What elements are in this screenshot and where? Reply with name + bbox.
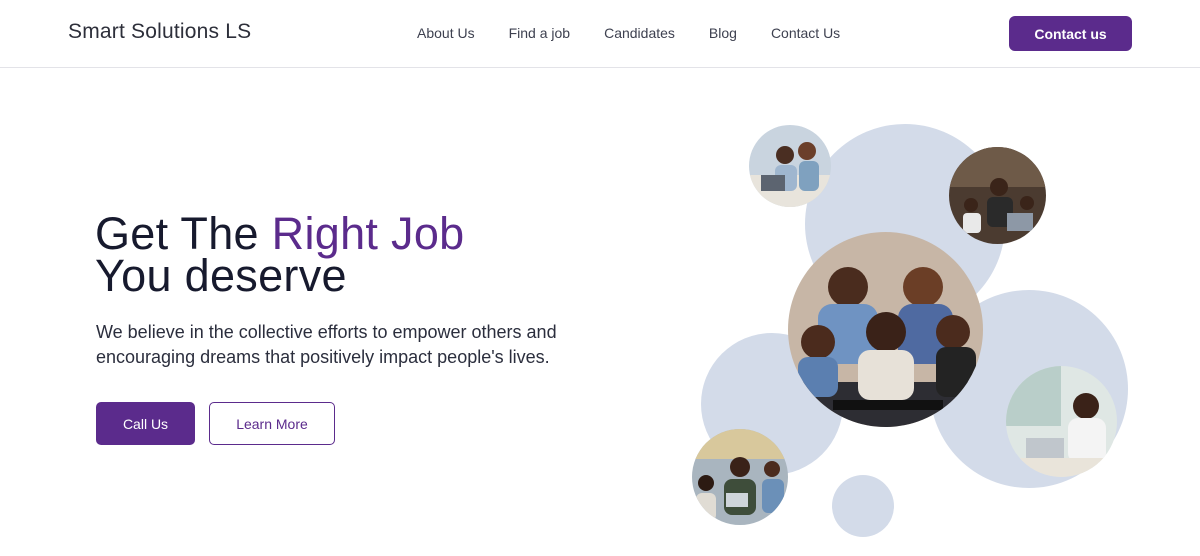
photo-tablet-meeting [692, 429, 788, 525]
top-navbar: Smart Solutions LS About Us Find a job C… [0, 0, 1200, 68]
nav-contact-us[interactable]: Contact Us [771, 25, 840, 41]
call-us-button[interactable]: Call Us [96, 402, 195, 445]
learn-more-button[interactable]: Learn More [209, 402, 335, 445]
brand-logo[interactable]: Smart Solutions LS [68, 20, 251, 44]
nav-candidates[interactable]: Candidates [604, 25, 675, 41]
main-menu: About Us Find a job Candidates Blog Cont… [417, 25, 874, 41]
photo-office-group [949, 147, 1046, 244]
nav-blog[interactable]: Blog [709, 25, 737, 41]
hero-subtitle: We believe in the collective efforts to … [96, 322, 557, 367]
contact-us-button[interactable]: Contact us [1009, 16, 1132, 51]
hero-title-line2: You deserve [95, 250, 347, 301]
decor-bubble-small [832, 475, 894, 537]
hero-title: Get The Right Job You deserve [95, 211, 464, 298]
photo-team-laptop [749, 125, 831, 207]
photo-excited-team [788, 232, 983, 427]
nav-about-us[interactable]: About Us [417, 25, 475, 41]
nav-find-a-job[interactable]: Find a job [509, 25, 570, 41]
photo-woman-laptop [1006, 366, 1117, 477]
